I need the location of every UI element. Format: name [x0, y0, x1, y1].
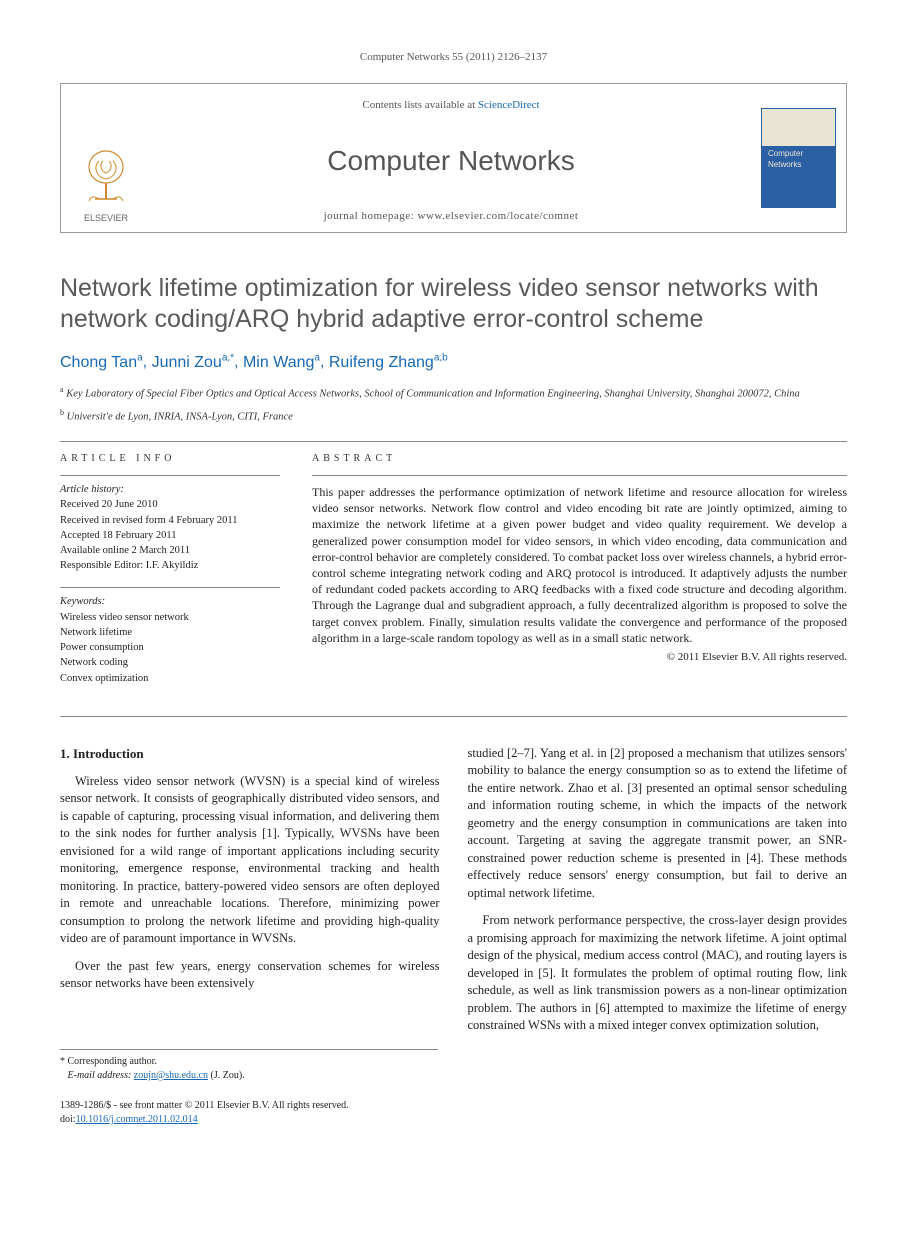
section-1-heading: 1. Introduction: [60, 745, 440, 763]
keyword-0: Wireless video sensor network: [60, 610, 280, 625]
keyword-2: Power consumption: [60, 640, 280, 655]
author-1: Junni Zoua,*: [152, 354, 235, 371]
email-attribution: (J. Zou).: [208, 1070, 245, 1081]
sciencedirect-link[interactable]: ScienceDirect: [478, 99, 540, 111]
article-title: Network lifetime optimization for wirele…: [60, 273, 847, 336]
footnotes: * Corresponding author. E-mail address: …: [60, 1049, 438, 1083]
history-label: Article history:: [60, 482, 280, 497]
journal-homepage-line: journal homepage: www.elsevier.com/locat…: [159, 209, 743, 224]
elsevier-tree-icon: [81, 149, 131, 204]
info-abstract-row: article info Article history: Received 2…: [60, 452, 847, 700]
author-3: Ruifeng Zhanga,b: [329, 354, 448, 371]
publisher-logo-cell: ELSEVIER: [61, 84, 151, 232]
journal-cover-thumbnail: Computer Networks: [761, 108, 836, 208]
history-2: Accepted 18 February 2011: [60, 528, 280, 543]
article-info-column: article info Article history: Received 2…: [60, 452, 280, 700]
cover-label: Computer Networks: [768, 149, 835, 171]
body-p2: Over the past few years, energy conserva…: [60, 958, 440, 993]
header-center: Contents lists available at ScienceDirec…: [151, 84, 751, 232]
divider-top: [60, 441, 847, 442]
body-p3: studied [2–7]. Yang et al. in [2] propos…: [468, 745, 848, 903]
homepage-url: www.elsevier.com/locate/comnet: [418, 210, 579, 222]
doi-label: doi:: [60, 1114, 76, 1125]
bottom-meta: 1389-1286/$ - see front matter © 2011 El…: [60, 1099, 847, 1127]
keywords-block: Keywords: Wireless video sensor network …: [60, 587, 280, 685]
abstract-rule: [312, 475, 847, 476]
contents-lists-line: Contents lists available at ScienceDirec…: [159, 98, 743, 113]
cover-thumb-cell: Computer Networks: [751, 84, 846, 232]
homepage-label: journal homepage:: [324, 210, 418, 222]
keyword-1: Network lifetime: [60, 625, 280, 640]
page: Computer Networks 55 (2011) 2126–2137 EL…: [0, 0, 907, 1167]
abstract-column: abstract This paper addresses the perfor…: [312, 452, 847, 700]
keyword-4: Convex optimization: [60, 671, 280, 686]
citation-volissue: 55 (2011) 2126–2137: [452, 51, 547, 63]
top-citation: Computer Networks 55 (2011) 2126–2137: [60, 50, 847, 65]
abstract-copyright: © 2011 Elsevier B.V. All rights reserved…: [312, 650, 847, 665]
contents-prefix: Contents lists available at: [362, 99, 477, 111]
affiliation-b: b Universit'e de Lyon, INRIA, INSA-Lyon,…: [60, 408, 847, 425]
doi-link[interactable]: 10.1016/j.comnet.2011.02.014: [76, 1114, 198, 1125]
keyword-3: Network coding: [60, 655, 280, 670]
body-p1: Wireless video sensor network (WVSN) is …: [60, 773, 440, 948]
issn-line: 1389-1286/$ - see front matter © 2011 El…: [60, 1099, 847, 1113]
history-0: Received 20 June 2010: [60, 497, 280, 512]
divider-bottom: [60, 716, 847, 717]
email-line: E-mail address: zoujn@shu.edu.cn (J. Zou…: [60, 1069, 438, 1083]
email-label: E-mail address:: [68, 1070, 134, 1081]
doi-line: doi:10.1016/j.comnet.2011.02.014: [60, 1113, 847, 1127]
author-0: Chong Tana: [60, 354, 143, 371]
publisher-name: ELSEVIER: [81, 212, 131, 224]
history-3: Available online 2 March 2011: [60, 543, 280, 558]
authors-line: Chong Tana, Junni Zoua,*, Min Wanga, Rui…: [60, 351, 847, 373]
author-2: Min Wanga: [243, 354, 320, 371]
article-history-block: Article history: Received 20 June 2010 R…: [60, 475, 280, 573]
abstract-text: This paper addresses the performance opt…: [312, 484, 847, 646]
body-p4: From network performance perspective, th…: [468, 912, 848, 1035]
keywords-label: Keywords:: [60, 594, 280, 609]
article-info-heading: article info: [60, 452, 280, 466]
corresponding-email-link[interactable]: zoujn@shu.edu.cn: [134, 1070, 208, 1081]
citation-journal: Computer Networks: [360, 51, 450, 63]
body-columns: 1. Introduction Wireless video sensor ne…: [60, 745, 847, 1035]
history-4: Responsible Editor: I.F. Akyildiz: [60, 558, 280, 573]
corresponding-star-icon: *: [230, 352, 234, 363]
journal-title: Computer Networks: [159, 142, 743, 180]
abstract-heading: abstract: [312, 452, 847, 466]
corresponding-note: * Corresponding author.: [60, 1055, 438, 1069]
history-1: Received in revised form 4 February 2011: [60, 513, 280, 528]
elsevier-logo: ELSEVIER: [81, 149, 131, 224]
affiliation-a: a Key Laboratory of Special Fiber Optics…: [60, 385, 847, 402]
journal-header: ELSEVIER Contents lists available at Sci…: [60, 83, 847, 233]
